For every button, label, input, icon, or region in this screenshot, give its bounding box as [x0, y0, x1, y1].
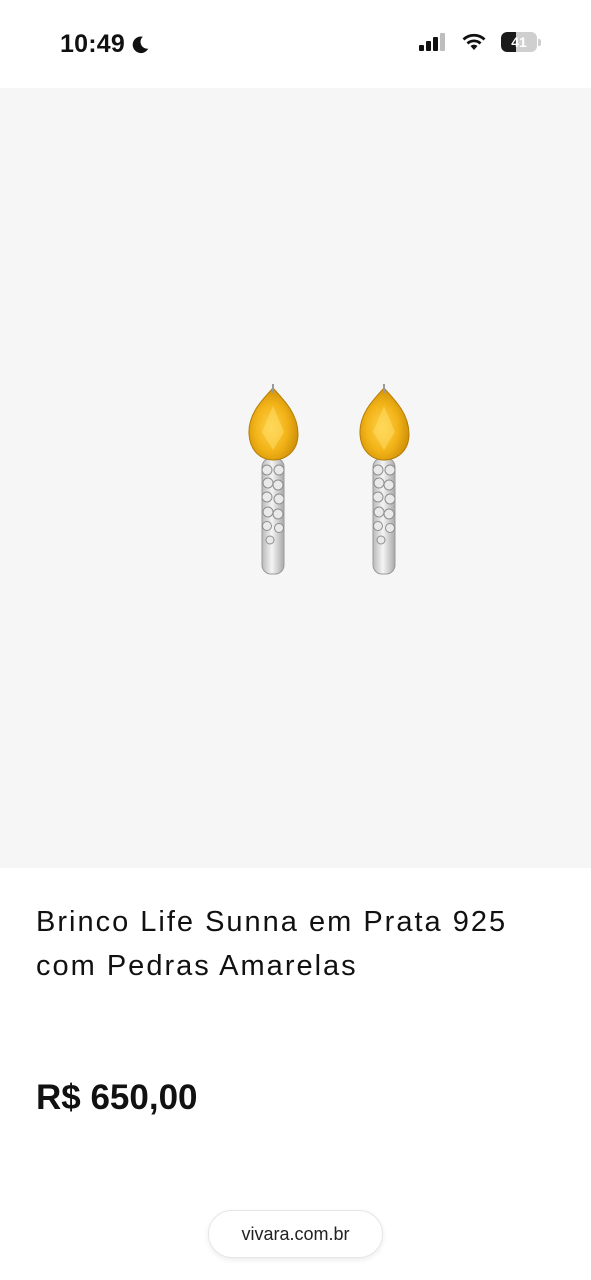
battery-icon: 41 [501, 32, 541, 52]
wifi-icon [462, 33, 486, 50]
product-info: Brinco Life Sunna em Prata 925 com Pedra… [36, 900, 566, 988]
left-earring [248, 384, 299, 575]
right-earring [359, 384, 410, 575]
earrings-photo [248, 384, 410, 575]
status-time: 10:49 [60, 30, 151, 59]
product-title-line1: Brinco Life Sunna em Prata 925 [36, 906, 508, 938]
product-title-line2: com Pedras Amarelas [36, 950, 358, 982]
product-price: R$ 650,00 [36, 1078, 198, 1117]
moon-icon [132, 36, 149, 53]
status-bar: 10:49 41 [0, 0, 591, 88]
battery-level: 41 [511, 34, 527, 50]
clock-text: 10:49 [60, 30, 125, 58]
cellular-signal-icon [419, 33, 445, 51]
url-text: vivara.com.br [241, 1223, 350, 1244]
browser-url-bar[interactable]: vivara.com.br [208, 1210, 383, 1258]
status-icons: 41 [419, 32, 541, 52]
product-image[interactable] [0, 88, 591, 868]
product-title: Brinco Life Sunna em Prata 925 com Pedra… [36, 900, 566, 988]
